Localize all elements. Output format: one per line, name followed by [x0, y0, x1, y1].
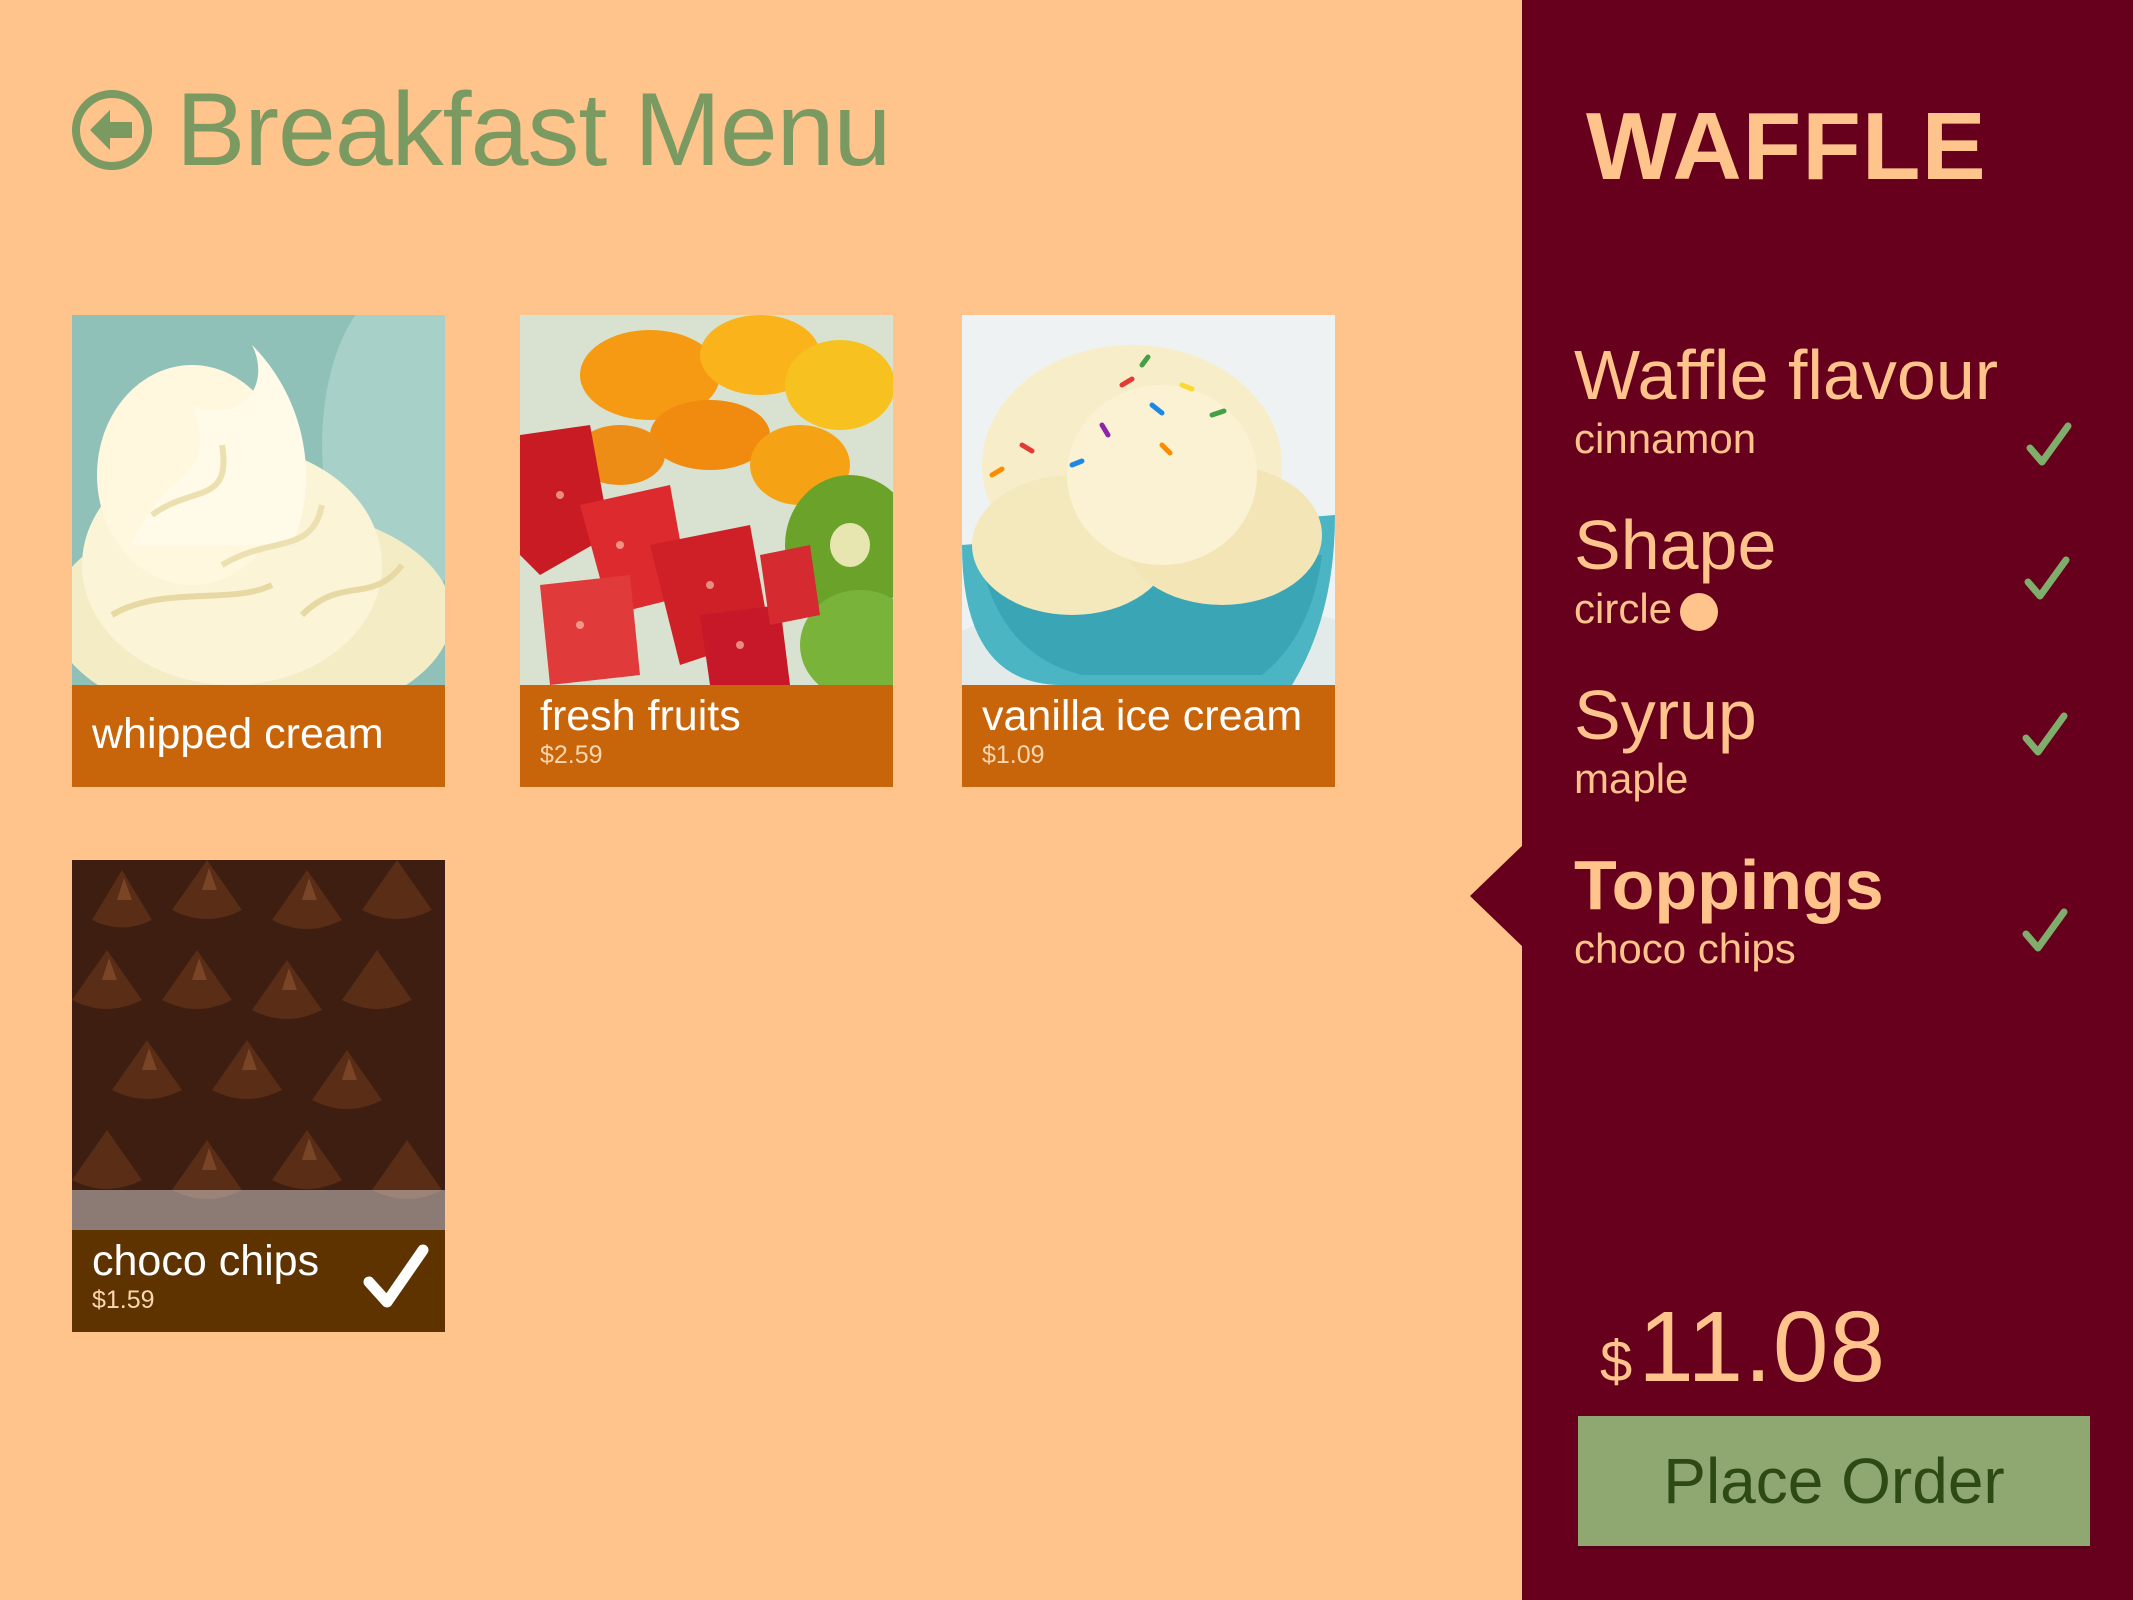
checkmark-icon	[2022, 712, 2068, 758]
option-value-text: circle	[1574, 585, 1673, 632]
tile-name: whipped cream	[92, 710, 384, 758]
checkmark-icon	[363, 1242, 429, 1312]
topping-tile-whipped-cream[interactable]: whipped cream	[72, 315, 445, 787]
option-value-text: choco chips	[1574, 925, 1796, 972]
sidebar-pointer	[1470, 844, 1524, 948]
option-shape[interactable]: Shape circle	[1574, 510, 2094, 632]
tile-caption: whipped cream	[72, 685, 445, 787]
option-value: maple	[1574, 755, 2094, 802]
choco-chips-image	[72, 860, 445, 1230]
place-order-button[interactable]: Place Order	[1578, 1416, 2090, 1546]
page-title: Breakfast Menu	[176, 72, 891, 188]
option-label: Toppings	[1574, 846, 1884, 924]
back-arrow-circle-icon[interactable]	[70, 88, 154, 172]
order-total: $ 11.08	[1600, 1290, 1886, 1405]
checkmark-icon	[2024, 556, 2070, 602]
option-syrup[interactable]: Syrup maple	[1574, 680, 2094, 802]
checkmark-icon	[2022, 908, 2068, 954]
whipped-cream-image	[72, 315, 445, 685]
tile-caption: choco chips $1.59	[72, 1230, 445, 1332]
topping-tile-choco-chips[interactable]: choco chips $1.59	[72, 860, 445, 1332]
tile-caption: vanilla ice cream $1.09	[962, 685, 1335, 787]
circle-shape-icon	[1680, 593, 1719, 632]
option-value: circle	[1574, 585, 2094, 632]
option-label: Waffle flavour	[1574, 336, 1999, 414]
checkmark-icon	[2026, 422, 2072, 468]
option-label: Syrup	[1574, 676, 1757, 754]
option-value: choco chips	[1574, 925, 2094, 972]
topping-tile-fresh-fruits[interactable]: fresh fruits $2.59	[520, 315, 893, 787]
fresh-fruits-image	[520, 315, 893, 685]
option-value-text: cinnamon	[1574, 415, 1757, 462]
tile-caption: fresh fruits $2.59	[520, 685, 893, 787]
vanilla-ice-cream-image	[962, 315, 1335, 685]
option-value: cinnamon	[1574, 415, 2094, 462]
tile-name: fresh fruits	[540, 692, 741, 740]
option-label: Shape	[1574, 506, 1777, 584]
option-value-text: maple	[1574, 755, 1689, 802]
price-currency: $	[1600, 1329, 1633, 1394]
option-waffle-flavour[interactable]: Waffle flavour cinnamon	[1574, 340, 2094, 462]
tile-name: vanilla ice cream	[982, 692, 1303, 740]
order-sidebar: WAFFLE Waffle flavour cinnamon Shape cir…	[1522, 0, 2133, 1600]
product-title: WAFFLE	[1586, 93, 1987, 200]
tile-price: $2.59	[540, 741, 603, 770]
option-toppings[interactable]: Toppings choco chips	[1574, 850, 2094, 972]
topping-tile-vanilla-ice-cream[interactable]: vanilla ice cream $1.09	[962, 315, 1335, 787]
price-amount: 11.08	[1638, 1291, 1887, 1403]
tile-price: $1.09	[982, 741, 1045, 770]
header: Breakfast Menu	[70, 70, 891, 190]
